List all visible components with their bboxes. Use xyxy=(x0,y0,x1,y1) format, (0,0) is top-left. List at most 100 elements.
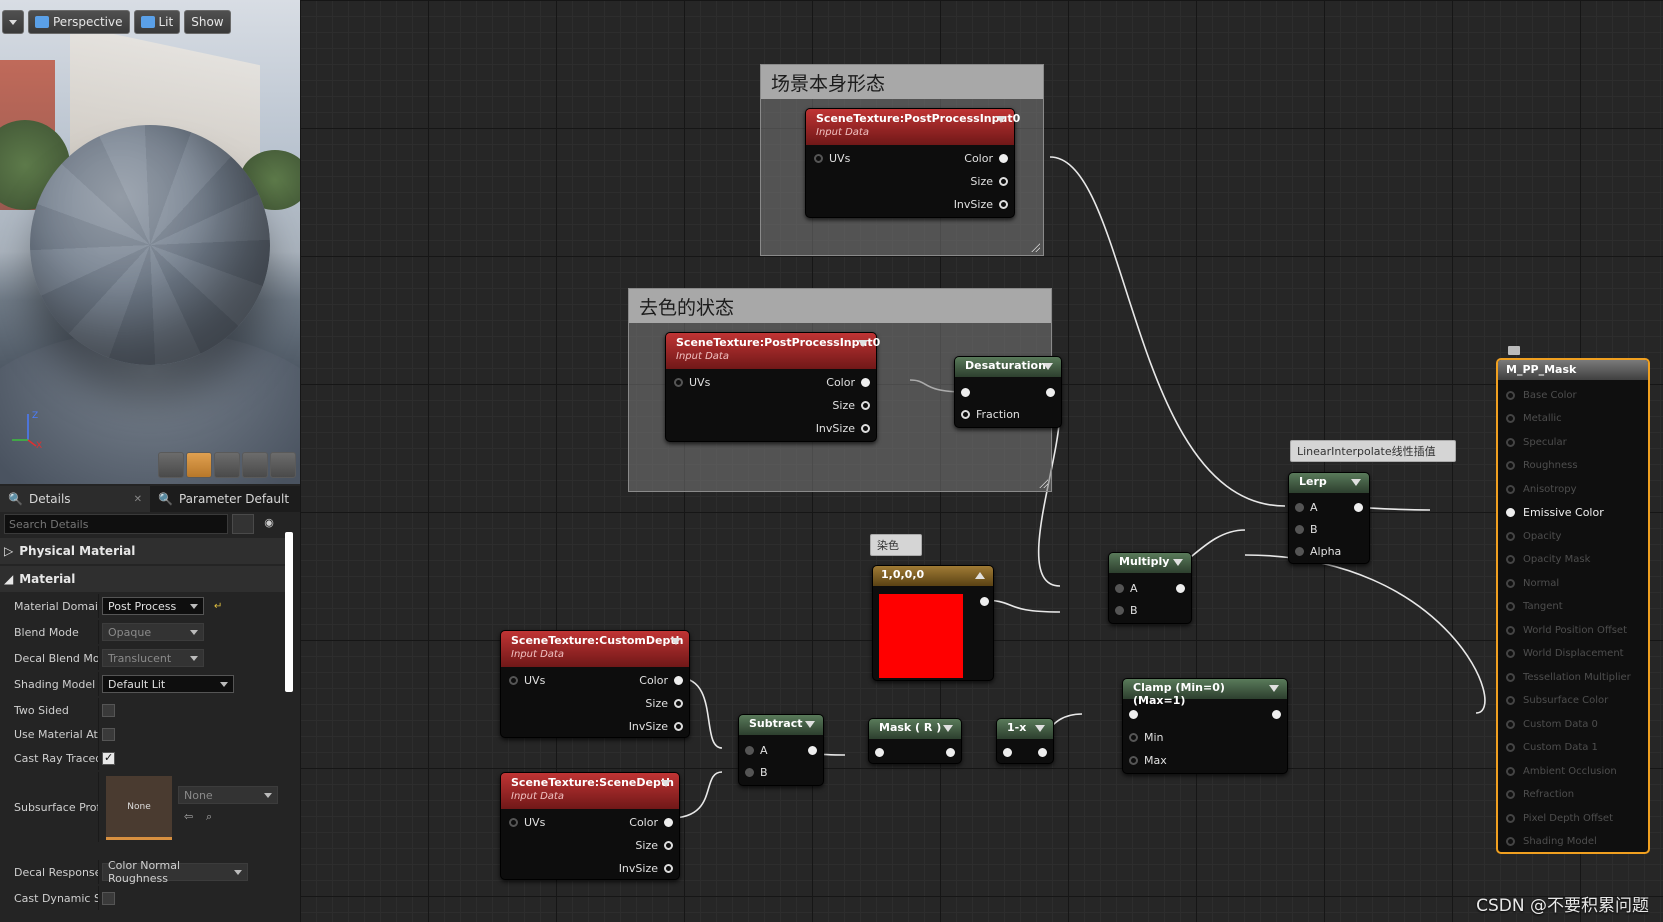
viewport-menu-button[interactable] xyxy=(2,10,24,34)
output-pin[interactable] xyxy=(1046,383,1055,401)
result-input-pin[interactable]: Emissive Color xyxy=(1506,504,1604,522)
input-pin-uvs[interactable]: UVs xyxy=(814,149,850,167)
lit-button[interactable]: Lit xyxy=(133,10,181,34)
resize-handle-icon[interactable] xyxy=(1038,478,1048,488)
eye-icon[interactable]: ◉ xyxy=(258,514,280,534)
blend-mode-select[interactable]: Opaque xyxy=(102,623,204,641)
use-selected-arrow-icon[interactable]: ⇦ xyxy=(184,810,193,823)
result-input-pin[interactable]: Shading Model xyxy=(1506,833,1597,851)
output-pin-color[interactable]: Color xyxy=(826,373,870,391)
output-pin-size[interactable]: Size xyxy=(832,396,870,414)
material-preview-viewport[interactable]: Perspective Lit Show Z X xyxy=(0,0,300,484)
result-input-pin[interactable]: Metallic xyxy=(1506,410,1562,428)
comment-bubble-icon[interactable] xyxy=(1508,346,1520,355)
subsurface-profile-thumbnail[interactable]: None xyxy=(106,776,172,840)
input-pin-a[interactable]: A xyxy=(1295,498,1318,516)
collapse-icon[interactable] xyxy=(805,721,815,728)
collapse-icon[interactable] xyxy=(943,725,953,732)
result-input-pin[interactable]: World Displacement xyxy=(1506,645,1624,663)
result-input-pin[interactable]: Tangent xyxy=(1506,598,1563,616)
result-input-pin[interactable]: World Position Offset xyxy=(1506,621,1627,639)
material-domain-select[interactable]: Post Process xyxy=(102,597,204,615)
cast-ray-traced-checkbox[interactable] xyxy=(102,751,115,765)
use-material-attributes-checkbox[interactable] xyxy=(102,727,115,741)
input-pin-b[interactable]: B xyxy=(1295,520,1318,538)
collapse-icon[interactable] xyxy=(858,340,868,347)
cast-dynamic-shadow-checkbox[interactable] xyxy=(102,891,115,905)
node-constant-color[interactable]: 1,0,0,0 xyxy=(872,565,994,681)
output-pin[interactable] xyxy=(946,743,955,761)
show-button[interactable]: Show xyxy=(184,10,231,34)
browse-search-icon[interactable]: ⌕ xyxy=(206,810,212,824)
collapse-icon[interactable] xyxy=(661,780,671,787)
input-pin-uvs[interactable]: UVs xyxy=(674,373,710,391)
search-details-input[interactable] xyxy=(4,514,228,534)
shading-model-select[interactable]: Default Lit xyxy=(102,675,234,693)
cylinder-preview-button[interactable] xyxy=(158,452,184,478)
result-input-pin[interactable]: Anisotropy xyxy=(1506,480,1576,498)
result-input-pin[interactable]: Subsurface Color xyxy=(1506,692,1608,710)
node-one-minus[interactable]: 1-x xyxy=(996,718,1054,764)
result-input-pin[interactable]: Base Color xyxy=(1506,386,1577,404)
output-pin-invsize[interactable]: InvSize xyxy=(816,419,870,437)
output-pin[interactable] xyxy=(1354,498,1363,516)
result-input-pin[interactable]: Pixel Depth Offset xyxy=(1506,809,1613,827)
result-input-pin[interactable]: Ambient Occlusion xyxy=(1506,762,1617,780)
input-pin-max[interactable]: Max xyxy=(1129,751,1167,769)
input-pin-a[interactable]: A xyxy=(745,741,768,759)
resize-handle-icon[interactable] xyxy=(1030,242,1040,252)
collapse-icon[interactable] xyxy=(1173,559,1183,566)
perspective-button[interactable]: Perspective xyxy=(28,10,130,34)
input-pin-fraction[interactable]: Fraction xyxy=(961,405,1020,423)
input-pin-alpha[interactable]: Alpha xyxy=(1295,542,1341,560)
custom-mesh-preview-button[interactable] xyxy=(270,452,296,478)
input-pin-uvs[interactable]: UVs xyxy=(509,671,545,689)
input-pin[interactable] xyxy=(1003,743,1012,761)
node-clamp[interactable]: Clamp (Min=0) (Max=1) Min Max xyxy=(1122,678,1288,774)
result-input-pin[interactable]: Custom Data 0 xyxy=(1506,715,1598,733)
decal-blend-mode-select[interactable]: Translucent xyxy=(102,649,204,667)
input-pin-min[interactable]: Min xyxy=(1129,728,1164,746)
input-pin[interactable] xyxy=(875,743,884,761)
category-physical-material[interactable]: ▷ Physical Material xyxy=(0,538,285,564)
sphere-preview-button[interactable] xyxy=(186,452,212,478)
output-pin[interactable] xyxy=(980,592,989,610)
input-pin-b[interactable]: B xyxy=(1115,601,1138,619)
result-input-pin[interactable]: Custom Data 1 xyxy=(1506,739,1598,757)
close-icon[interactable]: ✕ xyxy=(134,494,142,505)
two-sided-checkbox[interactable] xyxy=(102,703,115,717)
tab-details[interactable]: 🔍 Details ✕ xyxy=(0,486,150,512)
node-subtract[interactable]: Subtract A B xyxy=(738,714,824,786)
output-pin-size[interactable]: Size xyxy=(645,694,683,712)
collapse-icon[interactable] xyxy=(1035,725,1045,732)
reset-arrow-icon[interactable]: ↵ xyxy=(214,601,222,612)
input-pin[interactable] xyxy=(961,383,970,401)
output-pin-invsize[interactable]: InvSize xyxy=(954,195,1008,213)
collapse-icon[interactable] xyxy=(996,116,1006,123)
output-pin[interactable] xyxy=(1176,579,1185,597)
output-pin[interactable] xyxy=(1272,705,1281,723)
details-scrollbar[interactable] xyxy=(285,532,293,692)
output-pin-color[interactable]: Color xyxy=(629,813,673,831)
material-graph-canvas[interactable]: 场景本身形态 去色的状态 SceneTexture:PostProcessInp… xyxy=(300,0,1663,922)
output-pin[interactable] xyxy=(1038,743,1047,761)
output-pin-color[interactable]: Color xyxy=(964,149,1008,167)
output-pin[interactable] xyxy=(808,741,817,759)
result-input-pin[interactable]: Opacity xyxy=(1506,527,1561,545)
result-input-pin[interactable]: Opacity Mask xyxy=(1506,551,1590,569)
collapse-icon[interactable] xyxy=(1043,363,1053,370)
collapse-icon[interactable] xyxy=(1269,685,1279,692)
input-pin-b[interactable]: B xyxy=(745,763,768,781)
node-lerp[interactable]: Lerp A B Alpha xyxy=(1288,472,1370,564)
result-input-pin[interactable]: Normal xyxy=(1506,574,1559,592)
output-pin-invsize[interactable]: InvSize xyxy=(629,717,683,735)
node-scene-texture-postprocess-2[interactable]: SceneTexture:PostProcessInput0 Input Dat… xyxy=(665,332,880,442)
node-component-mask[interactable]: Mask ( R ) xyxy=(868,718,962,764)
node-scene-texture-customdepth[interactable]: SceneTexture:CustomDepth Input Data UVs … xyxy=(500,630,690,738)
node-scene-texture-postprocess-1[interactable]: SceneTexture:PostProcessInput0 Input Dat… xyxy=(805,108,1020,218)
collapse-icon[interactable] xyxy=(1351,479,1361,486)
cube-preview-button[interactable] xyxy=(242,452,268,478)
tab-parameter-default[interactable]: 🔍 Parameter Default xyxy=(150,486,297,512)
collapse-icon[interactable] xyxy=(671,638,681,645)
property-matrix-button[interactable] xyxy=(232,514,254,534)
